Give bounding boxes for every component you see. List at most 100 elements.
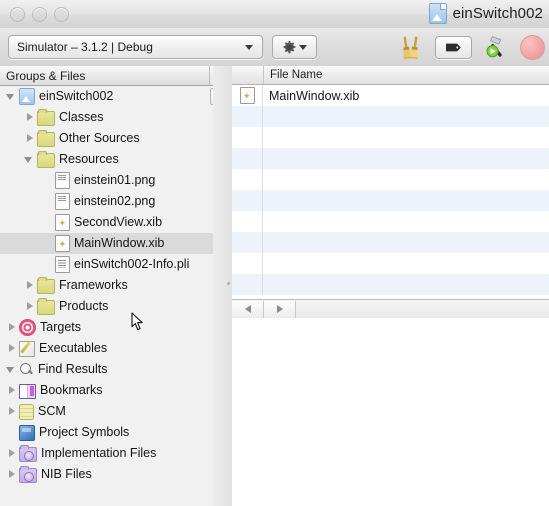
stop-button[interactable]	[520, 34, 545, 60]
tree-row-label: einstein01.png	[74, 173, 156, 187]
disclosure-triangle-down-icon[interactable]	[6, 364, 17, 375]
file-icon-cell	[232, 253, 263, 274]
disclosure-triangle-right-icon[interactable]	[24, 133, 35, 144]
disclosure-triangle-right-icon[interactable]	[24, 112, 35, 123]
groups-and-files-pane: Groups & Files einSwitch002 Classes Other …	[0, 66, 232, 506]
clean-button[interactable]	[396, 32, 426, 62]
disclosure-triangle-right-icon[interactable]	[6, 469, 17, 480]
tree-row-frameworks[interactable]: Frameworks	[0, 275, 222, 296]
groups-and-files-title: Groups & Files	[6, 68, 86, 83]
table-row[interactable]	[232, 274, 549, 295]
tree-row-label: SecondView.xib	[74, 215, 163, 229]
scheme-popup-button[interactable]: Simulator – 3.1.2 | Debug	[8, 35, 263, 59]
tree-row-other-sources[interactable]: Other Sources	[0, 128, 222, 149]
disclosure-triangle-right-icon[interactable]	[6, 406, 17, 417]
image-file-icon	[55, 172, 70, 189]
table-row[interactable]	[232, 190, 549, 211]
close-button[interactable]	[10, 6, 25, 22]
file-icon-cell	[232, 274, 263, 295]
main-content: Groups & Files einSwitch002 Classes Other …	[0, 66, 549, 506]
tree-row-einswitch002[interactable]: einSwitch002	[0, 86, 222, 107]
smart-folder-icon	[19, 465, 37, 483]
disclosure-triangle-down-icon[interactable]	[6, 91, 17, 102]
table-row[interactable]	[232, 127, 549, 148]
tree-row-products[interactable]: Products	[0, 296, 222, 317]
xcode-project-icon	[428, 3, 447, 24]
table-row[interactable]	[232, 169, 549, 190]
window-controls	[10, 6, 69, 22]
disclosure-triangle-right-icon[interactable]	[24, 301, 35, 312]
disclosure-triangle-right-icon[interactable]	[6, 343, 17, 354]
file-list-rows: ✦ MainWindow.xib	[232, 85, 549, 295]
table-row[interactable]	[232, 211, 549, 232]
xib-star-icon: ✦	[243, 90, 251, 101]
tree-row-scm[interactable]: SCM	[0, 401, 222, 422]
tree-row-find-results[interactable]: Find Results	[0, 359, 222, 380]
file-icon-cell	[232, 148, 263, 169]
file-icon-cell	[232, 190, 263, 211]
minimize-button[interactable]	[32, 6, 47, 22]
tree-row-label: MainWindow.xib	[74, 236, 165, 250]
project-icon	[19, 88, 35, 105]
detail-nav-bar	[232, 300, 549, 319]
disclosure-triangle-right-icon[interactable]	[6, 322, 17, 333]
file-icon-cell	[232, 127, 263, 148]
tree-row-label: Products	[59, 299, 109, 313]
tree-row-mainwindow-xib[interactable]: ✦ MainWindow.xib	[0, 233, 231, 254]
tree-row-executables[interactable]: Executables	[0, 338, 222, 359]
tree-row-project-symbols[interactable]: Project Symbols	[0, 422, 222, 443]
file-list-header: File Name	[232, 66, 549, 85]
file-list: File Name ✦ MainWindow.xib	[232, 66, 549, 300]
tree-row-label: Other Sources	[59, 131, 140, 145]
disclosure-triangle-down-icon[interactable]	[24, 154, 35, 165]
twisty-placeholder	[42, 196, 53, 207]
disclosure-triangle-right-icon[interactable]	[24, 280, 35, 291]
tree-row-nib-files[interactable]: NIB Files	[0, 464, 222, 485]
twisty-placeholder	[6, 427, 17, 438]
title-bar: einSwitch002	[0, 0, 549, 29]
forward-arrow-icon	[276, 305, 283, 313]
cube-icon	[19, 425, 35, 441]
tree-row-bookmarks[interactable]: Bookmarks	[0, 380, 222, 401]
table-row[interactable]	[232, 253, 549, 274]
pane-splitter[interactable]	[213, 66, 232, 506]
nav-bar-track[interactable]	[296, 300, 549, 318]
disclosure-triangle-right-icon[interactable]	[6, 448, 17, 459]
tree-row-label: Classes	[59, 110, 104, 124]
tree-row-resources[interactable]: Resources	[0, 149, 222, 170]
action-menu-button[interactable]	[272, 35, 317, 59]
image-file-icon	[55, 193, 70, 210]
tree-row-secondview-xib[interactable]: ✦ SecondView.xib	[0, 212, 222, 233]
twisty-placeholder	[42, 259, 53, 270]
tree-row-targets[interactable]: Targets	[0, 317, 222, 338]
file-name-cell: MainWindow.xib	[269, 88, 360, 103]
disclosure-triangle-right-icon[interactable]	[6, 385, 17, 396]
tree-row-label: Bookmarks	[40, 383, 103, 397]
tree-row-einswitch002-info-pli[interactable]: einSwitch002-Info.pli	[0, 254, 222, 275]
tree-row-einstein01-png[interactable]: einstein01.png	[0, 170, 222, 191]
file-name-column-header[interactable]: File Name	[264, 69, 322, 81]
zoom-button[interactable]	[54, 6, 69, 22]
label-tag-icon	[446, 43, 461, 51]
tree-row-classes[interactable]: Classes	[0, 107, 222, 128]
executable-icon	[19, 341, 35, 357]
window-title: einSwitch002	[452, 5, 543, 22]
tree-row-implementation-files[interactable]: Implementation Files	[0, 443, 222, 464]
tree-row-label: Executables	[39, 341, 108, 355]
toolbar: Simulator – 3.1.2 | Debug	[0, 28, 549, 67]
table-row[interactable]: ✦ MainWindow.xib	[232, 85, 549, 106]
table-row[interactable]	[232, 232, 549, 253]
file-list-icon-column-header[interactable]	[232, 66, 264, 84]
build-and-run-button[interactable]	[481, 32, 511, 62]
back-button[interactable]	[232, 300, 264, 318]
splitter-grip-icon	[227, 282, 230, 285]
forward-button[interactable]	[264, 300, 296, 318]
table-row[interactable]	[232, 148, 549, 169]
target-icon	[19, 319, 36, 336]
tree-row-einstein02-png[interactable]: einstein02.png	[0, 191, 222, 212]
folder-icon	[37, 129, 55, 147]
table-row[interactable]	[232, 106, 549, 127]
tag-button[interactable]	[435, 35, 472, 59]
editor-area[interactable]	[232, 318, 549, 506]
xib-file-icon: ✦	[55, 235, 70, 252]
